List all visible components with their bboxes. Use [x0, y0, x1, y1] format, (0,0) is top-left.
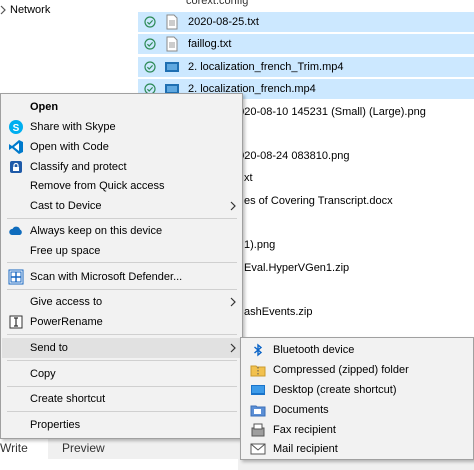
- submenu-item-label: Desktop (create shortcut): [273, 384, 397, 396]
- send-to-desktop[interactable]: Desktop (create shortcut): [242, 380, 472, 400]
- menu-item-give-access-to[interactable]: Give access to: [2, 292, 242, 312]
- menu-item-open[interactable]: Open: [2, 97, 242, 117]
- powerrename-icon: [9, 315, 23, 329]
- menu-item-free-up-space[interactable]: Free up space: [2, 241, 242, 261]
- video-file-icon: [165, 62, 179, 72]
- menu-item-powerrename[interactable]: PowerRename: [2, 312, 242, 332]
- file-row[interactable]: 2020-08-25.txt: [138, 12, 474, 32]
- submenu-item-label: Mail recipient: [273, 443, 338, 455]
- send-to-mail[interactable]: Mail recipient: [242, 439, 472, 459]
- menu-item-always-keep-on-device[interactable]: Always keep on this device: [2, 221, 242, 241]
- submenu-item-label: Fax recipient: [273, 424, 336, 436]
- menu-item-label: Share with Skype: [30, 121, 116, 133]
- menu-item-send-to[interactable]: Send to: [2, 338, 242, 358]
- menu-item-classify-and-protect[interactable]: Classify and protect: [2, 157, 242, 177]
- text-file-icon: [166, 36, 178, 52]
- vscode-icon: [9, 140, 23, 154]
- menu-item-label: Properties: [30, 419, 81, 431]
- send-to-documents[interactable]: Documents: [242, 400, 472, 420]
- menu-separator: [7, 386, 237, 387]
- nav-label: Network: [10, 4, 51, 16]
- fax-icon: [251, 423, 265, 437]
- menu-item-label: Classify and protect: [30, 161, 127, 173]
- file-name-partial[interactable]: corext.config: [186, 0, 248, 9]
- menu-item-label: Create shortcut: [30, 393, 106, 405]
- send-to-bluetooth[interactable]: Bluetooth device: [242, 340, 472, 360]
- menu-item-label: Give access to: [30, 296, 103, 308]
- file-name[interactable]: xt: [244, 170, 253, 186]
- file-row[interactable]: 2. localization_french_Trim.mp4: [138, 57, 474, 77]
- chevron-right-icon: [230, 343, 236, 353]
- sync-check-icon: [144, 16, 156, 28]
- menu-separator: [7, 289, 237, 290]
- menu-item-label: Always keep on this device: [30, 225, 163, 237]
- menu-item-label: Remove from Quick access: [30, 180, 165, 192]
- file-name[interactable]: ashEvents.zip: [244, 304, 312, 320]
- text-file-icon: [166, 14, 178, 30]
- cloud-icon: [9, 226, 22, 235]
- context-menu: Open S Share with Skype Open with Code C…: [0, 93, 243, 439]
- tab-preview[interactable]: Preview: [48, 437, 238, 459]
- file-name[interactable]: 1).png: [244, 237, 275, 253]
- menu-item-label: Cast to Device: [30, 200, 102, 212]
- menu-item-properties[interactable]: Properties: [2, 415, 242, 435]
- bluetooth-icon: [254, 343, 263, 357]
- chevron-right-icon: [230, 201, 236, 211]
- menu-separator: [7, 262, 237, 263]
- svg-text:S: S: [13, 123, 20, 134]
- menu-item-remove-from-quick-access[interactable]: Remove from Quick access: [2, 176, 242, 196]
- skype-icon: S: [9, 120, 23, 134]
- menu-item-label: PowerRename: [30, 316, 103, 328]
- sync-check-icon: [144, 61, 156, 73]
- menu-separator: [7, 360, 237, 361]
- menu-separator: [7, 411, 237, 412]
- menu-item-scan-with-defender[interactable]: Scan with Microsoft Defender...: [2, 267, 242, 287]
- file-name: faillog.txt: [188, 38, 232, 50]
- file-name[interactable]: 2020-08-10 145231 (Small) (Large).png: [232, 104, 426, 120]
- menu-separator: [7, 334, 237, 335]
- file-name[interactable]: Eval.HyperVGen1.zip: [244, 260, 349, 276]
- documents-icon: [250, 405, 266, 417]
- menu-item-label: Copy: [30, 368, 56, 380]
- send-to-submenu: Bluetooth device Compressed (zipped) fol…: [240, 337, 474, 460]
- chevron-right-icon: [0, 5, 6, 15]
- menu-item-label: Open with Code: [30, 141, 109, 153]
- file-name[interactable]: 2020-08-24 083810.png: [232, 148, 349, 164]
- lock-icon: [10, 161, 22, 173]
- nav-item-network[interactable]: Network: [0, 2, 50, 18]
- menu-item-share-with-skype[interactable]: S Share with Skype: [2, 117, 242, 137]
- file-name: 2020-08-25.txt: [188, 16, 259, 28]
- mail-icon: [250, 443, 266, 455]
- send-to-compressed-folder[interactable]: Compressed (zipped) folder: [242, 360, 472, 380]
- menu-item-cast-to-device[interactable]: Cast to Device: [2, 196, 242, 216]
- file-name: 2. localization_french_Trim.mp4: [188, 61, 344, 73]
- file-row[interactable]: faillog.txt: [138, 34, 474, 54]
- desktop-icon: [251, 385, 265, 395]
- file-name[interactable]: es of Covering Transcript.docx: [244, 193, 393, 209]
- send-to-fax[interactable]: Fax recipient: [242, 420, 472, 440]
- tab-write[interactable]: Write: [0, 437, 49, 459]
- menu-item-create-shortcut[interactable]: Create shortcut: [2, 389, 242, 409]
- submenu-item-label: Compressed (zipped) folder: [273, 364, 409, 376]
- menu-separator: [7, 218, 237, 219]
- menu-item-open-with-code[interactable]: Open with Code: [2, 137, 242, 157]
- submenu-item-label: Documents: [273, 404, 329, 416]
- sync-check-icon: [144, 38, 156, 50]
- menu-item-label: Open: [30, 101, 59, 113]
- menu-item-label: Send to: [30, 342, 68, 354]
- menu-item-label: Free up space: [30, 245, 101, 257]
- zip-folder-icon: [250, 365, 266, 377]
- menu-item-copy[interactable]: Copy: [2, 364, 242, 384]
- defender-icon: [8, 269, 24, 285]
- menu-item-label: Scan with Microsoft Defender...: [30, 271, 183, 283]
- chevron-right-icon: [230, 297, 236, 307]
- submenu-item-label: Bluetooth device: [273, 344, 355, 356]
